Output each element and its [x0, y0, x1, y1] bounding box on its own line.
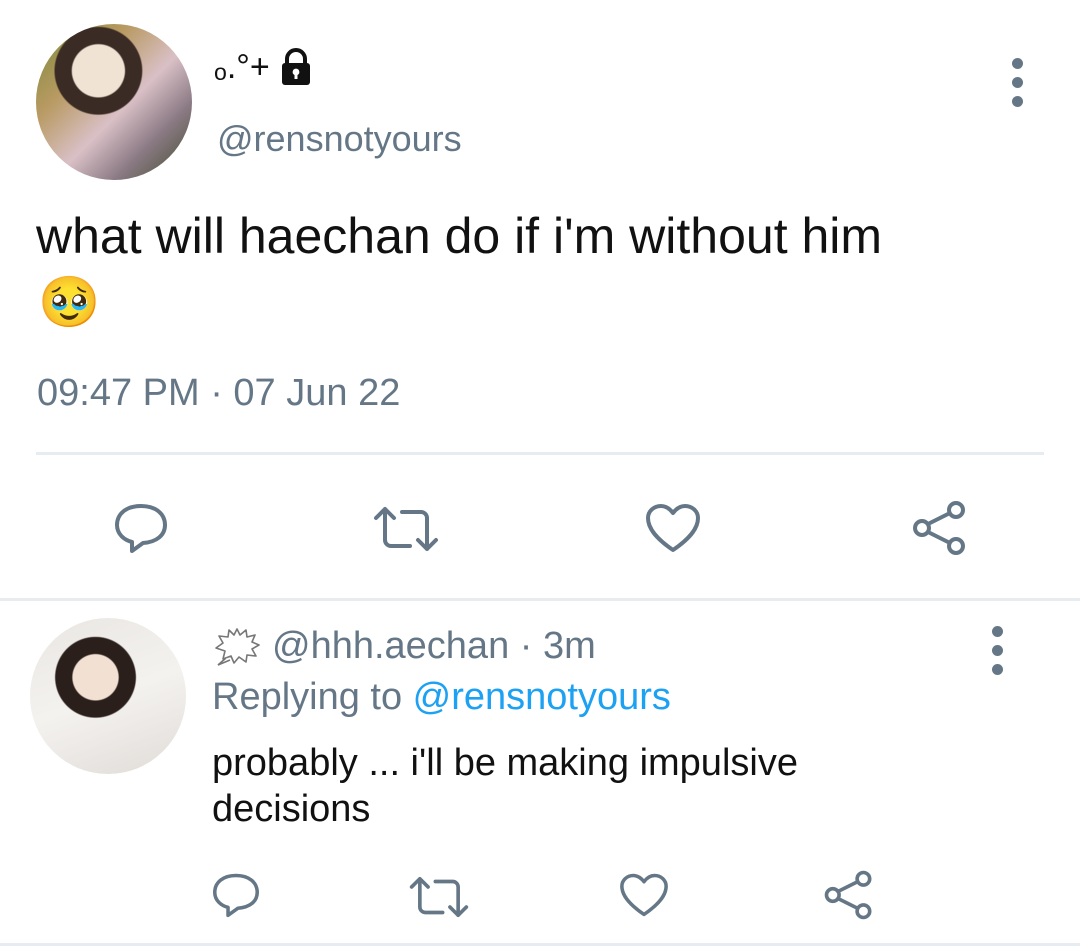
retweet-icon[interactable]	[372, 504, 440, 559]
lock-icon	[276, 47, 316, 87]
tweet-timestamp[interactable]: 09:47 PM · 07 Jun 22	[37, 372, 400, 415]
divider	[0, 598, 1080, 601]
author-handle[interactable]: @rensnotyours	[217, 118, 462, 160]
replying-prefix: Replying to	[212, 676, 413, 718]
replying-to: Replying to @rensnotyours	[212, 676, 671, 719]
more-options-icon[interactable]	[1011, 58, 1023, 107]
reply-header: @hhh.aechan · 3m	[212, 622, 596, 670]
speech-bubble-icon	[212, 625, 262, 667]
reply-like-icon[interactable]	[618, 872, 670, 923]
display-name-text: ₒ.°+	[214, 47, 270, 86]
reply-reply-icon[interactable]	[210, 872, 262, 923]
divider	[36, 452, 1044, 455]
reply-time[interactable]: 3m	[543, 625, 596, 668]
replying-to-mention[interactable]: @rensnotyours	[413, 676, 671, 718]
tweet-emoji: 🥹	[38, 274, 101, 330]
author-display-name[interactable]: ₒ.°+	[214, 44, 316, 90]
author-avatar[interactable]	[36, 24, 192, 180]
like-icon[interactable]	[644, 502, 702, 559]
reply-more-options-icon[interactable]	[991, 626, 1003, 675]
divider	[0, 943, 1080, 946]
reply-author-avatar[interactable]	[30, 618, 186, 774]
reply-text: probably ... i'll be making impulsive de…	[212, 742, 798, 830]
reply-retweet-icon[interactable]	[408, 874, 470, 925]
reply-handle[interactable]: @hhh.aechan	[272, 625, 509, 668]
reply-share-icon[interactable]	[822, 868, 876, 927]
reply-separator: ·	[509, 624, 543, 667]
tweet-text: what will haechan do if i'm without him	[36, 208, 883, 264]
share-icon[interactable]	[910, 498, 970, 563]
reply-icon[interactable]	[112, 502, 170, 559]
